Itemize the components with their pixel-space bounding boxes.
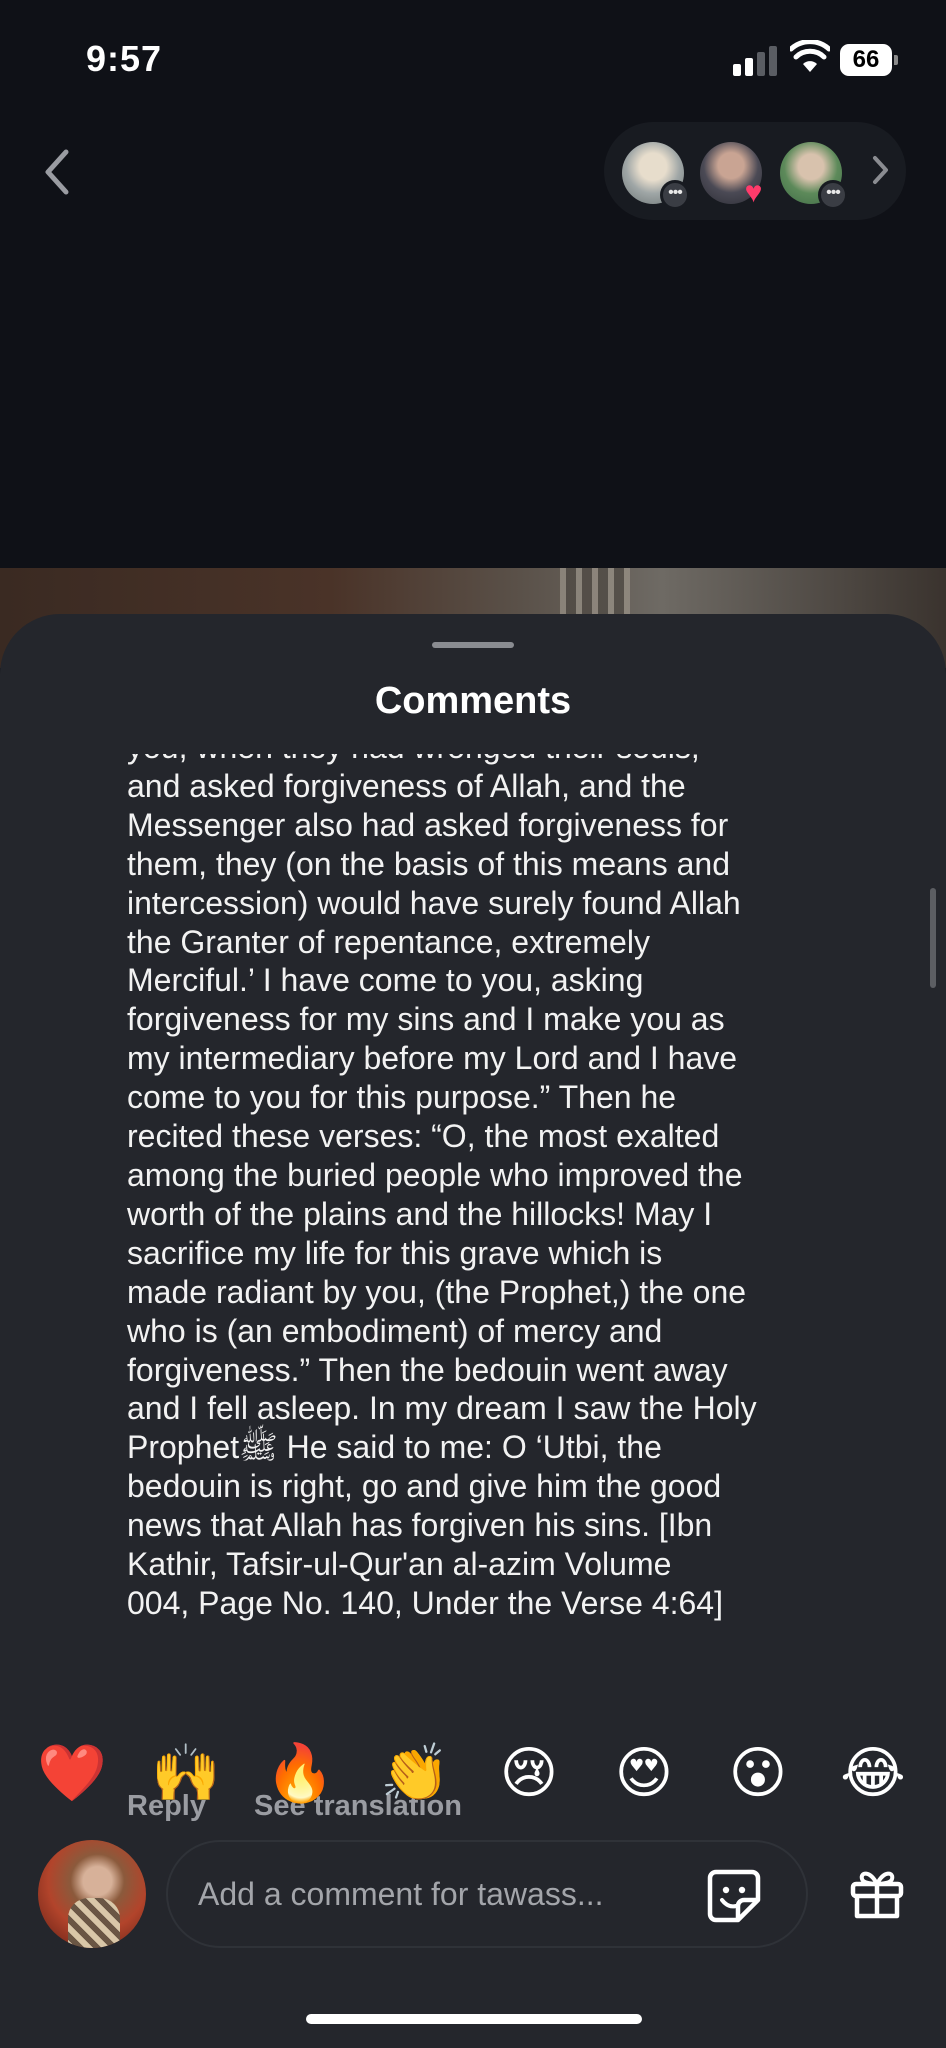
sheet-grabber[interactable] [432, 642, 514, 648]
emoji-raised-hands[interactable]: 🙌 [146, 1734, 226, 1814]
emoji-clapping[interactable]: 👏 [375, 1734, 455, 1814]
chevron-right-icon[interactable] [866, 150, 894, 190]
sticker-icon[interactable] [704, 1866, 764, 1926]
typing-badge-icon: ••• [660, 180, 690, 210]
status-bar: 9:57 66 [0, 0, 946, 120]
emoji-surprised[interactable]: 😮 [718, 1734, 798, 1814]
status-time: 9:57 [86, 38, 163, 79]
emoji-bar: ❤️ 🙌 🔥 👏 😢 😍 😮 😂 [0, 1734, 946, 1814]
battery-icon: 66 [840, 44, 898, 76]
home-indicator [306, 2014, 642, 2024]
story-viewers[interactable]: ••• ♥ ••• [604, 122, 906, 220]
sheet-title: Comments [374, 680, 572, 722]
comments-sheet: Comments you, when they had wronged thei… [0, 614, 946, 2048]
chevron-left-icon[interactable] [34, 146, 80, 198]
battery-level: 66 [840, 44, 892, 76]
comment-text: you, when they had wronged their souls, … [127, 754, 757, 1621]
scrollbar[interactable] [930, 888, 936, 988]
signal-icon [733, 44, 777, 76]
emoji-heart[interactable]: ❤️ [32, 1734, 112, 1814]
avatar[interactable] [38, 1840, 146, 1948]
emoji-fire[interactable]: 🔥 [260, 1734, 340, 1814]
comment-input-placeholder: Add a comment for tawass... [198, 1876, 604, 1912]
wifi-icon [790, 40, 830, 72]
comment-input[interactable]: Add a comment for tawass... [166, 1840, 808, 1948]
comment-list[interactable]: you, when they had wronged their souls, … [0, 754, 946, 1854]
emoji-crying[interactable]: 😢 [489, 1734, 569, 1814]
gift-icon[interactable] [848, 1864, 906, 1922]
emoji-heart-eyes[interactable]: 😍 [604, 1734, 684, 1814]
emoji-laughing[interactable]: 😂 [833, 1734, 913, 1814]
heart-icon: ♥ [744, 176, 763, 209]
typing-badge-icon: ••• [818, 180, 848, 210]
